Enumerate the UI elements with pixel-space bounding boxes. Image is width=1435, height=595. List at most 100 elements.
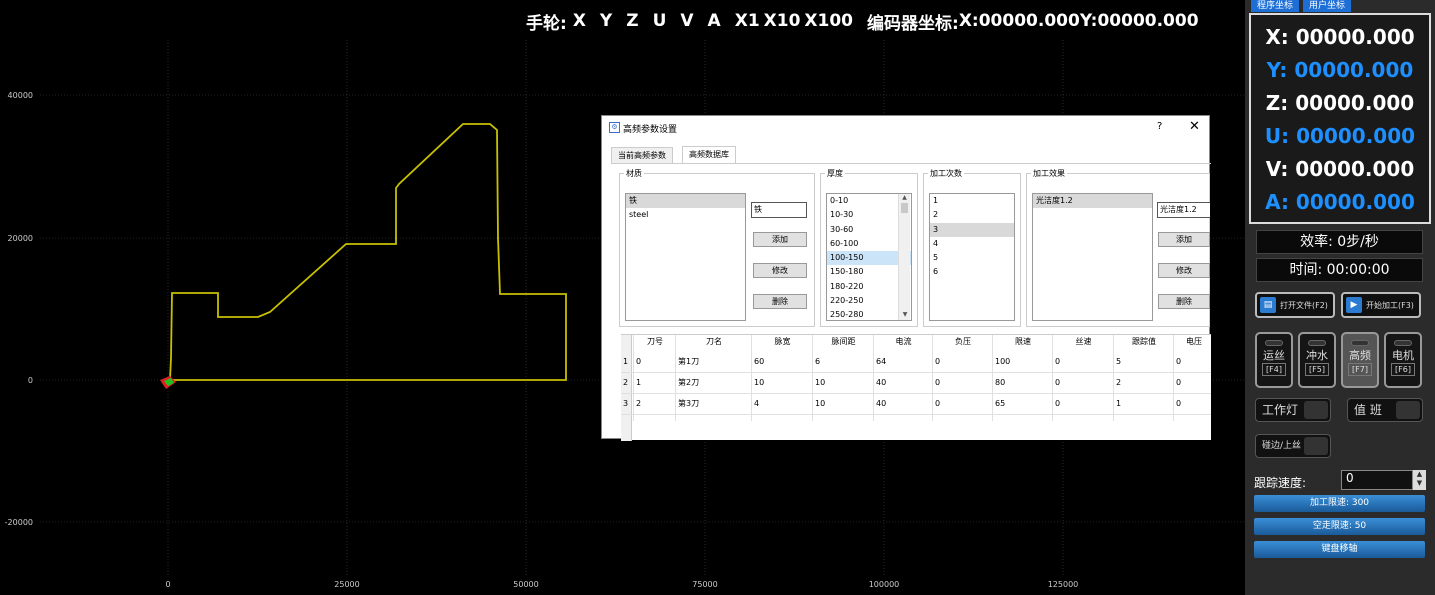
efficiency-display: 效率: 0步/秒	[1256, 230, 1423, 254]
track-speed-input[interactable]: 0	[1341, 470, 1413, 490]
handwheel-axis-y[interactable]: Y	[600, 11, 612, 31]
table-cell[interactable]: 0	[935, 393, 991, 414]
grid-divider	[992, 335, 993, 421]
table-cell[interactable]: 0	[1055, 351, 1112, 372]
column-header: 脉宽	[774, 337, 791, 346]
table-cell[interactable]: 100	[995, 351, 1051, 372]
handwheel-axis-u[interactable]: U	[653, 11, 667, 31]
scroll-thumb[interactable]	[901, 203, 908, 213]
chevron-up-icon[interactable]: ▲	[899, 194, 910, 201]
flush-toggle[interactable]: 冲水 [F5]	[1298, 332, 1336, 388]
material-input[interactable]: 铁	[751, 202, 807, 218]
effect-list[interactable]: 光洁度1.2	[1032, 193, 1153, 321]
handwheel-axis-v[interactable]: V	[680, 11, 693, 31]
table-cell[interactable]: 2	[636, 393, 674, 414]
settings-icon: ⚙	[609, 122, 620, 133]
motor-toggle[interactable]: 电机 [F6]	[1384, 332, 1422, 388]
table-cell[interactable]: 第1刀	[678, 351, 750, 372]
table-cell[interactable]: 0	[1176, 351, 1212, 372]
table-cell[interactable]: 65	[995, 393, 1051, 414]
list-item[interactable]: 5	[930, 251, 1014, 265]
handwheel-mult-x100[interactable]: X100	[804, 11, 853, 31]
material-delete-button[interactable]: 删除	[753, 294, 807, 309]
table-cell[interactable]: 1	[636, 372, 674, 393]
table-cell[interactable]: 0	[1055, 393, 1112, 414]
coord-a: A: 00000.000	[1265, 190, 1415, 214]
wire-run-toggle[interactable]: 运丝 [F4]	[1255, 332, 1293, 388]
table-cell[interactable]: 第2刀	[678, 372, 750, 393]
table-cell[interactable]: 10	[754, 372, 811, 393]
table-cell[interactable]: 40	[876, 393, 931, 414]
table-cell[interactable]: 10	[815, 393, 872, 414]
effect-add-button[interactable]: 添加	[1158, 232, 1210, 247]
table-cell[interactable]: 6	[815, 351, 872, 372]
table-cell[interactable]: 0	[1176, 372, 1212, 393]
thickness-group-label: 厚度	[825, 168, 845, 179]
work-light-switch[interactable]: 工作灯	[1255, 398, 1331, 422]
high-freq-toggle[interactable]: 高频 [F7]	[1341, 332, 1379, 388]
material-modify-button[interactable]: 修改	[753, 263, 807, 278]
thickness-scrollbar[interactable]: ▲ ▼	[898, 194, 910, 320]
list-item[interactable]: 光洁度1.2	[1033, 194, 1152, 209]
track-speed-stepper[interactable]: ▲ ▼	[1413, 470, 1426, 490]
tab-program-coords[interactable]: 程序坐标	[1251, 0, 1299, 12]
on-duty-switch[interactable]: 值 班	[1347, 398, 1423, 422]
grid-divider	[633, 335, 634, 421]
material-add-button[interactable]: 添加	[753, 232, 807, 247]
handwheel-mult-x10[interactable]: X10	[764, 11, 801, 31]
handwheel-axis-a[interactable]: A	[708, 11, 721, 31]
list-item[interactable]: steel	[626, 208, 745, 222]
handwheel-mult-x1[interactable]: X1	[735, 11, 760, 31]
machining-speed-limit-bar[interactable]: 加工限速: 300	[1254, 495, 1425, 512]
table-cell[interactable]: 第3刀	[678, 393, 750, 414]
row-index: 3	[623, 399, 629, 408]
table-cell[interactable]: 64	[876, 351, 931, 372]
table-cell[interactable]: 60	[754, 351, 811, 372]
on-duty-knob	[1396, 401, 1420, 419]
edge-wire-switch[interactable]: 碰边/上丝	[1255, 434, 1331, 458]
table-cell[interactable]: 40	[876, 372, 931, 393]
passes-list[interactable]: 1 2 3 4 5 6	[929, 193, 1015, 321]
table-cell[interactable]: 0	[1055, 372, 1112, 393]
cut-params-table[interactable]: 刀号 刀名 脉宽 脉间距 电流 负压 限速 丝速 跟踪值 电压 1 0 第1刀 60 6 64 0 100 0 5 0 2…	[621, 334, 1212, 441]
encoder-y: Y:00000.000	[1079, 11, 1199, 31]
open-file-button[interactable]: ▤ 打开文件(F2)	[1255, 292, 1335, 318]
help-button[interactable]: ?	[1157, 121, 1162, 132]
tab-current-params[interactable]: 当前高频参数	[611, 147, 673, 164]
tab-params-database[interactable]: 高频数据库	[682, 146, 736, 164]
table-cell[interactable]: 0	[636, 351, 674, 372]
handwheel-label: 手轮:	[526, 13, 567, 34]
table-cell[interactable]: 10	[815, 372, 872, 393]
table-cell[interactable]: 0	[1176, 393, 1212, 414]
close-button[interactable]: ✕	[1189, 119, 1200, 134]
table-cell[interactable]: 1	[1116, 393, 1172, 414]
table-cell[interactable]: 5	[1116, 351, 1172, 372]
list-item[interactable]: 铁	[626, 194, 745, 209]
effect-modify-button[interactable]: 修改	[1158, 263, 1210, 278]
start-machining-button[interactable]: ▶ 开始加工(F3)	[1341, 292, 1421, 318]
tab-user-coords[interactable]: 用户坐标	[1303, 0, 1351, 12]
handwheel-axis-z[interactable]: Z	[626, 11, 638, 31]
keyboard-move-button[interactable]: 键盘移轴	[1254, 541, 1425, 558]
edge-wire-knob	[1304, 437, 1328, 455]
table-cell[interactable]: 0	[935, 372, 991, 393]
handwheel-axis-x[interactable]: X	[573, 11, 586, 31]
idle-speed-limit-bar[interactable]: 空走限速: 50	[1254, 518, 1425, 535]
column-header: 脉间距	[831, 337, 856, 346]
chevron-down-icon[interactable]: ▼	[899, 311, 911, 318]
list-item[interactable]: 1	[930, 194, 1014, 208]
work-light-knob	[1304, 401, 1328, 419]
material-list[interactable]: 铁 steel	[625, 193, 746, 321]
list-item[interactable]: 6	[930, 265, 1014, 279]
coordinate-display: X: 00000.000 Y: 00000.000 Z: 00000.000 U…	[1249, 13, 1431, 224]
list-item[interactable]: 3	[930, 222, 1014, 237]
table-cell[interactable]: 4	[754, 393, 811, 414]
table-cell[interactable]: 80	[995, 372, 1051, 393]
motor-led	[1394, 340, 1412, 346]
effect-delete-button[interactable]: 删除	[1158, 294, 1210, 309]
table-cell[interactable]: 2	[1116, 372, 1172, 393]
list-item[interactable]: 4	[930, 237, 1014, 251]
effect-input[interactable]: 光洁度1.2	[1157, 202, 1210, 218]
table-cell[interactable]: 0	[935, 351, 991, 372]
list-item[interactable]: 2	[930, 208, 1014, 222]
